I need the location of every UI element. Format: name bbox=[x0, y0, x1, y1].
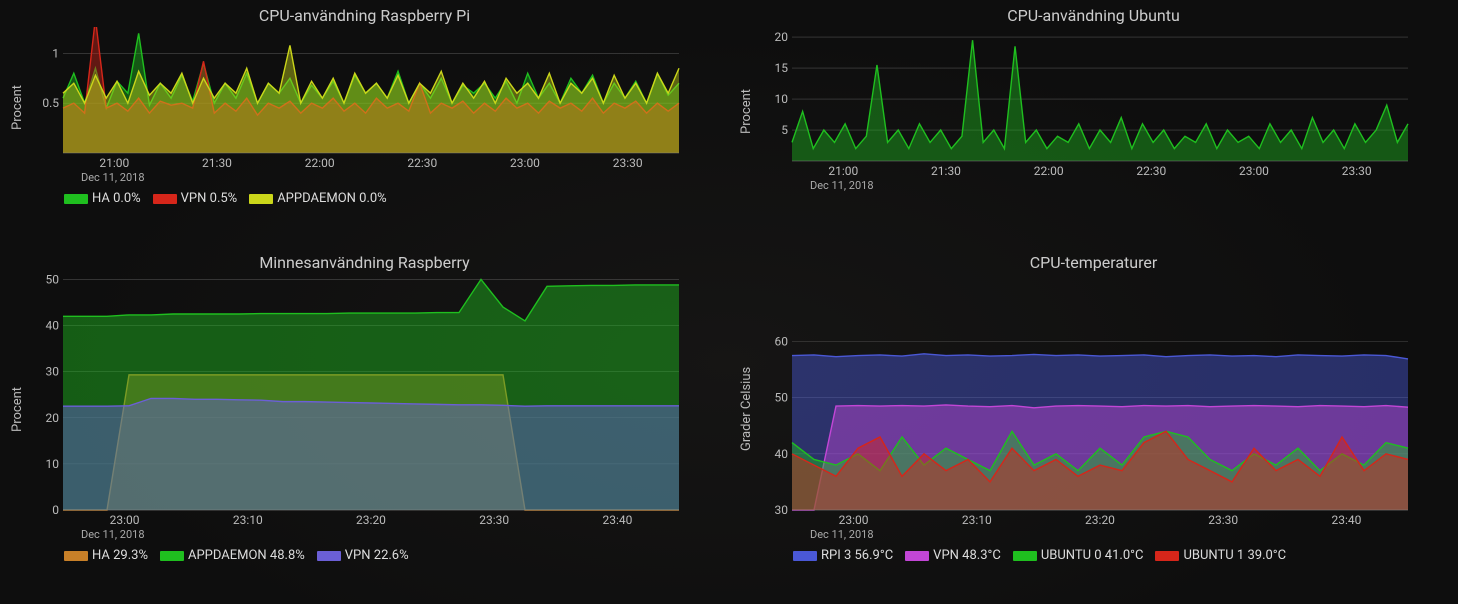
chart-title: Minnesanvändning Raspberry bbox=[8, 253, 721, 272]
legend-rpi-cpu: HA 0.0% VPN 0.5% APPDAEMON 0.0% bbox=[8, 187, 721, 208]
svg-text:30: 30 bbox=[46, 365, 60, 379]
svg-text:30: 30 bbox=[775, 503, 789, 517]
svg-text:21:00: 21:00 bbox=[828, 164, 858, 178]
chart-rpi-mem[interactable]: 0 10 20 30 40 50 23:00 23:10 23:20 23:30 23:40 Dec … bbox=[27, 274, 687, 544]
legend-item[interactable]: APPDAEMON 0.0% bbox=[249, 191, 387, 206]
svg-text:Dec 11, 2018: Dec 11, 2018 bbox=[81, 171, 145, 184]
svg-text:22:00: 22:00 bbox=[305, 156, 335, 170]
y-axis-label: Grader Celsius bbox=[737, 274, 756, 544]
chart-title: CPU-användning Ubuntu bbox=[737, 6, 1450, 25]
svg-text:22:30: 22:30 bbox=[1136, 164, 1166, 178]
svg-text:23:30: 23:30 bbox=[613, 156, 643, 170]
svg-text:23:30: 23:30 bbox=[479, 513, 509, 527]
y-axis-label: Procent bbox=[8, 274, 27, 544]
svg-text:23:40: 23:40 bbox=[1331, 513, 1361, 527]
svg-text:40: 40 bbox=[46, 319, 60, 333]
svg-text:21:30: 21:30 bbox=[202, 156, 232, 170]
dashboard-grid: CPU-användning Raspberry Pi Procent 0.5 1… bbox=[0, 0, 1458, 604]
svg-text:50: 50 bbox=[46, 274, 60, 286]
y-axis-label: Procent bbox=[737, 27, 756, 195]
svg-text:40: 40 bbox=[775, 447, 789, 461]
svg-text:21:30: 21:30 bbox=[931, 164, 961, 178]
legend-rpi-mem: HA 29.3% APPDAEMON 48.8% VPN 22.6% bbox=[8, 544, 721, 565]
svg-text:Dec 11, 2018: Dec 11, 2018 bbox=[810, 179, 874, 192]
svg-text:23:00: 23:00 bbox=[110, 513, 140, 527]
svg-text:0.5: 0.5 bbox=[42, 96, 59, 110]
svg-text:10: 10 bbox=[775, 92, 789, 106]
svg-text:22:00: 22:00 bbox=[1034, 164, 1064, 178]
svg-text:22:30: 22:30 bbox=[407, 156, 437, 170]
legend-item[interactable]: UBUNTU 0 41.0°C bbox=[1013, 548, 1144, 563]
svg-text:10: 10 bbox=[46, 457, 60, 471]
legend-item[interactable]: HA 0.0% bbox=[64, 191, 141, 206]
svg-text:23:20: 23:20 bbox=[1085, 513, 1115, 527]
chart-title: CPU-användning Raspberry Pi bbox=[8, 6, 721, 25]
legend-item[interactable]: HA 29.3% bbox=[64, 548, 148, 563]
svg-text:50: 50 bbox=[775, 391, 789, 405]
svg-text:15: 15 bbox=[775, 61, 789, 75]
svg-text:23:00: 23:00 bbox=[839, 513, 869, 527]
y-axis-label: Procent bbox=[8, 27, 27, 187]
chart-ubuntu-cpu[interactable]: 5 10 15 20 21:00 21:30 22:00 22:30 23:00 23:30 Dec… bbox=[756, 27, 1416, 195]
panel-rpi-mem: Minnesanvändning Raspberry Procent 0 10 20… bbox=[0, 247, 729, 604]
svg-text:1: 1 bbox=[52, 46, 59, 60]
svg-text:23:30: 23:30 bbox=[1342, 164, 1372, 178]
svg-text:Dec 11, 2018: Dec 11, 2018 bbox=[810, 528, 874, 541]
svg-text:23:20: 23:20 bbox=[356, 513, 386, 527]
chart-title: CPU-temperaturer bbox=[737, 253, 1450, 272]
svg-text:23:00: 23:00 bbox=[1239, 164, 1269, 178]
svg-text:60: 60 bbox=[775, 335, 789, 349]
legend-item[interactable]: UBUNTU 1 39.0°C bbox=[1155, 548, 1286, 563]
svg-text:20: 20 bbox=[46, 411, 60, 425]
legend-temps: RPI 3 56.9°C VPN 48.3°C UBUNTU 0 41.0°C … bbox=[737, 544, 1450, 565]
svg-text:23:10: 23:10 bbox=[233, 513, 263, 527]
legend-item[interactable]: VPN 0.5% bbox=[153, 191, 238, 206]
legend-item[interactable]: VPN 22.6% bbox=[317, 548, 409, 563]
svg-text:23:00: 23:00 bbox=[510, 156, 540, 170]
svg-text:0: 0 bbox=[52, 503, 59, 517]
legend-item[interactable]: RPI 3 56.9°C bbox=[793, 548, 893, 563]
panel-temps: CPU-temperaturer Grader Celsius 30 40 50 60… bbox=[729, 247, 1458, 604]
chart-rpi-cpu[interactable]: 0.5 1 21:00 21:30 22:00 22:30 23:00 23:30 Dec 11… bbox=[27, 27, 687, 187]
panel-ubuntu-cpu: CPU-användning Ubuntu Procent 5 10 15 20 21:… bbox=[729, 0, 1458, 247]
svg-text:20: 20 bbox=[775, 30, 789, 44]
legend-item[interactable]: APPDAEMON 48.8% bbox=[160, 548, 305, 563]
svg-text:23:40: 23:40 bbox=[602, 513, 632, 527]
svg-text:23:10: 23:10 bbox=[962, 513, 992, 527]
svg-text:5: 5 bbox=[781, 123, 788, 137]
svg-text:21:00: 21:00 bbox=[99, 156, 129, 170]
panel-rpi-cpu: CPU-användning Raspberry Pi Procent 0.5 1… bbox=[0, 0, 729, 247]
legend-item[interactable]: VPN 48.3°C bbox=[905, 548, 1001, 563]
chart-temps[interactable]: 30 40 50 60 23:00 23:10 23:20 23:30 23:40 Dec 11,… bbox=[756, 274, 1416, 544]
svg-text:23:30: 23:30 bbox=[1208, 513, 1238, 527]
svg-text:Dec 11, 2018: Dec 11, 2018 bbox=[81, 528, 145, 541]
